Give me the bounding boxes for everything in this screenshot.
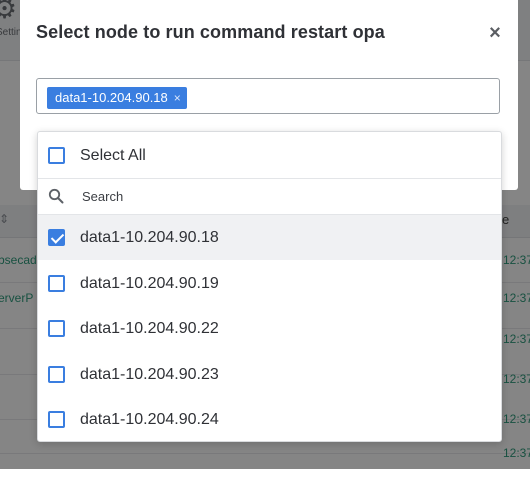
select-all-label: Select All [80,147,146,164]
node-option-checkbox[interactable] [48,366,65,383]
selected-node-tag: data1-10.204.90.18 × [47,87,187,109]
select-all-option[interactable]: Select All [38,132,501,179]
node-option-label: data1-10.204.90.19 [80,275,219,292]
node-dropdown: Select All data1-10.204.90.18 data1-10.2… [37,131,502,442]
node-option-label: data1-10.204.90.24 [80,411,219,428]
node-option[interactable]: data1-10.204.90.23 [38,352,501,397]
node-option-label: data1-10.204.90.18 [80,229,219,246]
dropdown-search[interactable] [38,179,501,215]
node-option[interactable]: data1-10.204.90.24 [38,397,501,442]
node-option-label: data1-10.204.90.22 [80,320,219,337]
node-option[interactable]: data1-10.204.90.18 [38,215,501,260]
select-all-checkbox[interactable] [48,147,65,164]
node-option-label: data1-10.204.90.23 [80,366,219,383]
node-option[interactable]: data1-10.204.90.19 [38,261,501,306]
close-icon[interactable]: × [486,22,504,44]
selected-node-tag-label: data1-10.204.90.18 [55,90,168,105]
node-option-checkbox[interactable] [48,320,65,337]
node-option-checkbox[interactable] [48,411,65,428]
search-icon [48,188,64,204]
node-option-checkbox[interactable] [48,229,65,246]
node-multiselect[interactable]: data1-10.204.90.18 × [36,78,500,114]
modal-title: Select node to run command restart opa [36,22,385,42]
node-option[interactable]: data1-10.204.90.22 [38,306,501,351]
search-input[interactable] [82,186,462,206]
tag-remove-icon[interactable]: × [174,87,181,109]
node-option-checkbox[interactable] [48,275,65,292]
